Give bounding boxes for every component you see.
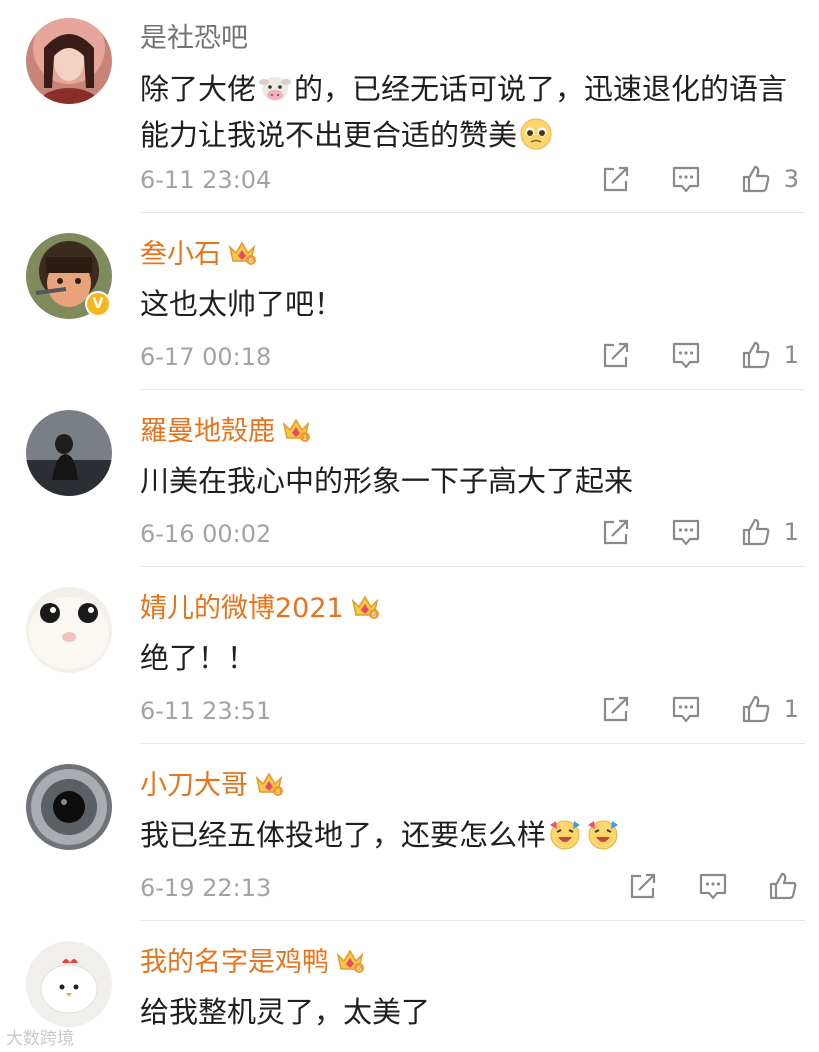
share-icon	[600, 339, 632, 371]
cow-emoji	[258, 71, 292, 105]
comment-actions: 3	[600, 163, 799, 195]
comment-actions: 1	[600, 516, 799, 548]
username[interactable]: 婧儿的微博2021 6	[140, 591, 380, 626]
vip-level: 6	[357, 965, 362, 973]
watermark: 大数跨境	[6, 1029, 74, 1049]
comment-text: 我已经五体投地了，还要怎么样	[140, 812, 805, 858]
timestamp: 6-11 23:04	[140, 166, 272, 194]
comment-text-part: 我已经五体投地了，还要怎么样	[140, 818, 547, 852]
timestamp: 6-17 00:18	[140, 343, 272, 371]
thumbs-up-icon	[767, 870, 799, 902]
divider	[140, 212, 805, 213]
share-icon	[627, 870, 659, 902]
avatar[interactable]	[26, 587, 112, 673]
avatar[interactable]	[26, 764, 112, 850]
share-button[interactable]	[600, 163, 632, 195]
like-count: 1	[783, 695, 799, 723]
comment-actions: 1	[600, 693, 799, 725]
reply-button[interactable]	[670, 516, 702, 548]
divider	[140, 389, 805, 390]
vip-level: 6	[276, 788, 281, 796]
crown-badge-icon: 6	[227, 237, 257, 267]
crown-badge-icon: 1	[281, 414, 311, 444]
timestamp: 6-16 00:02	[140, 520, 272, 548]
username-text: 羅曼地殼鹿	[140, 416, 275, 447]
comment-text: 绝了！！	[140, 641, 257, 675]
cheering-face-emoji	[586, 817, 620, 851]
comment-text-part: 除了大佬	[140, 72, 257, 106]
thumbs-up-icon	[740, 693, 772, 725]
comment-text: 川美在我心中的形象一下子高大了起来	[140, 464, 634, 498]
vip-level: 1	[303, 434, 307, 442]
comment-icon	[670, 693, 702, 725]
cheering-face-emoji	[548, 817, 582, 851]
share-button[interactable]	[600, 339, 632, 371]
avatar[interactable]	[26, 410, 112, 496]
username[interactable]: 叁小石 6	[140, 237, 257, 272]
share-icon	[600, 693, 632, 725]
comment-icon	[670, 516, 702, 548]
username-text: 婧儿的微博2021	[140, 593, 344, 624]
comment-text: 给我整机灵了，太美了	[140, 995, 431, 1029]
username-text: 我的名字是鸡鸭	[140, 947, 329, 978]
vip-level: 6	[249, 257, 254, 265]
like-count: 1	[783, 518, 799, 546]
like-button[interactable]	[767, 870, 799, 902]
crown-badge-icon: 6	[254, 768, 284, 798]
comment-icon	[697, 870, 729, 902]
thumbs-up-icon	[740, 339, 772, 371]
share-button[interactable]	[600, 516, 632, 548]
like-button[interactable]: 1	[740, 516, 799, 548]
share-button[interactable]	[627, 870, 659, 902]
username-text: 小刀大哥	[140, 770, 248, 801]
comment-icon	[670, 163, 702, 195]
like-button[interactable]: 1	[740, 693, 799, 725]
divider	[140, 920, 805, 921]
like-count: 1	[783, 341, 799, 369]
comment-icon	[670, 339, 702, 371]
avatar[interactable]	[26, 18, 112, 104]
crown-badge-icon: 6	[350, 591, 380, 621]
reply-button[interactable]	[670, 339, 702, 371]
share-icon	[600, 516, 632, 548]
comment-text: 这也太帅了吧！	[140, 287, 344, 321]
divider	[140, 566, 805, 567]
comment-actions: 1	[600, 339, 799, 371]
pleading-face-emoji	[519, 117, 553, 151]
like-button[interactable]: 3	[740, 163, 799, 195]
reply-button[interactable]	[670, 163, 702, 195]
verified-v-icon: V	[85, 291, 111, 317]
username[interactable]: 是社恐吧	[140, 22, 248, 56]
vip-level: 6	[371, 611, 376, 619]
like-count: 3	[783, 165, 799, 193]
reply-button[interactable]	[697, 870, 729, 902]
username[interactable]: 羅曼地殼鹿 1	[140, 414, 311, 449]
timestamp: 6-11 23:51	[140, 697, 272, 725]
thumbs-up-icon	[740, 163, 772, 195]
share-icon	[600, 163, 632, 195]
comment-actions	[627, 870, 799, 902]
timestamp: 6-19 22:13	[140, 874, 272, 902]
reply-button[interactable]	[670, 693, 702, 725]
username[interactable]: 我的名字是鸡鸭 6	[140, 945, 365, 980]
like-button[interactable]: 1	[740, 339, 799, 371]
thumbs-up-icon	[740, 516, 772, 548]
avatar[interactable]	[26, 941, 112, 1027]
divider	[140, 743, 805, 744]
comment-text: 除了大佬 的，已经无话可说了，迅速退化的语言能力让我说不出更合适的赞美	[140, 66, 805, 158]
username[interactable]: 小刀大哥 6	[140, 768, 284, 803]
username-text: 叁小石	[140, 239, 221, 270]
crown-badge-icon: 6	[335, 945, 365, 975]
share-button[interactable]	[600, 693, 632, 725]
